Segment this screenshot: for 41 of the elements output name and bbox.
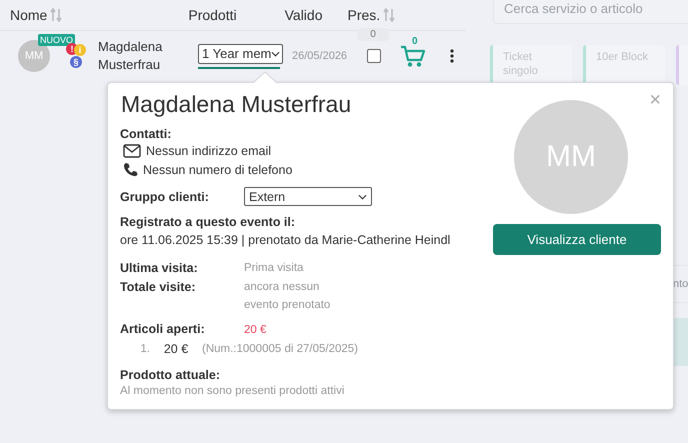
open-items-total: 20 €: [244, 324, 266, 336]
item-amount: 20 €: [162, 342, 190, 356]
registered-label: Registrato a questo evento il:: [120, 215, 296, 229]
column-header[interactable]: Nome: [10, 7, 62, 23]
caret-icon: [358, 194, 367, 200]
sort-icon[interactable]: [50, 8, 62, 22]
view-customer-button[interactable]: Visualizza cliente: [493, 224, 661, 255]
current-product-text: Al momento non sono presenti prodotti attivi: [120, 384, 346, 399]
mail-icon: [123, 144, 141, 158]
item-index: 1.: [139, 343, 150, 355]
stat-value: Prima visita: [244, 261, 304, 276]
sort-icon[interactable]: [383, 8, 396, 22]
contact-text: Nessun indirizzo email: [146, 144, 272, 158]
item-reference: (Num.:1000005 di 27/05/2025): [202, 342, 358, 357]
current-product-label: Prodotto attuale:: [120, 368, 221, 382]
product-select[interactable]: 1 Year mem: [198, 44, 283, 64]
list-text: nto: [673, 278, 688, 290]
stat-label: Totale visite:: [120, 279, 196, 296]
more-icon[interactable]: [450, 49, 454, 63]
new-badge: NUOVO: [38, 34, 76, 46]
customer-name[interactable]: Magdalena Musterfrau: [98, 38, 198, 74]
registered-text: ore 11.06.2025 15:39 | prenotato da Marie-Catherine Heindl: [120, 233, 452, 247]
valid-date: 26/05/2026: [292, 50, 348, 62]
caret-icon: [271, 50, 280, 56]
column-header[interactable]: Valido: [284, 7, 322, 23]
contact-text: Nessun numero di telefono: [143, 162, 292, 176]
presence-count: 0: [357, 28, 389, 41]
column-header[interactable]: Pres.: [348, 7, 396, 23]
group-label: Gruppo clienti:: [120, 190, 210, 204]
stat-value: ancora nessun: [244, 280, 320, 295]
status-dot: §: [70, 56, 82, 68]
stat-value: evento prenotato: [244, 298, 330, 313]
status-dot: i: [74, 44, 86, 56]
contacts-label: Contatti:: [120, 127, 172, 141]
phone-icon: [123, 162, 138, 177]
presence-checkbox[interactable]: [367, 49, 381, 63]
group-select[interactable]: Extern: [244, 187, 372, 206]
stat-label: Ultima visita:: [120, 260, 199, 277]
customer-title: Magdalena Musterfrau: [121, 91, 352, 118]
column-header[interactable]: Prodotti: [188, 7, 237, 23]
open-items-label: Articoli aperti:: [120, 321, 206, 338]
